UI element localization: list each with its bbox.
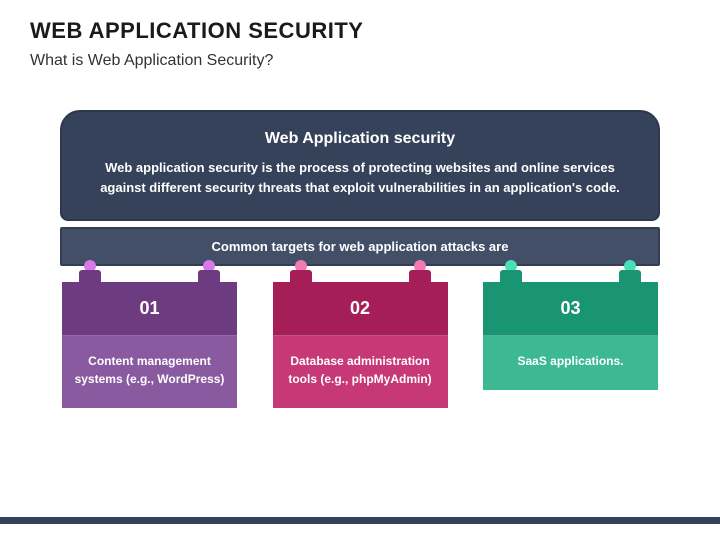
card-number: 01 [62,282,237,336]
card-database: 02 Database administration tools (e.g., … [273,282,448,408]
definition-box: Web Application security Web application… [60,110,660,221]
card-number: 03 [483,282,658,336]
connector-dot-icon [84,260,96,290]
card-number: 02 [273,282,448,336]
connector-dot-icon [203,260,215,290]
footer-divider [0,517,720,524]
card-connectors [273,260,448,282]
card-saas: 03 SaaS applications. [483,282,658,408]
card-connectors [62,260,237,282]
cards-row: 01 Content management systems (e.g., Wor… [60,266,660,408]
connector-dot-icon [414,260,426,290]
slide-title: WEB APPLICATION SECURITY [30,18,690,44]
card-text: Database administration tools (e.g., php… [273,336,448,408]
card-connectors [483,260,658,282]
slide-header: WEB APPLICATION SECURITY What is Web App… [0,0,720,80]
card-text: SaaS applications. [483,336,658,390]
connector-dot-icon [505,260,517,290]
definition-text: Web application security is the process … [96,158,624,197]
connector-dot-icon [295,260,307,290]
definition-title: Web Application security [96,130,624,148]
slide-subtitle: What is Web Application Security? [30,52,690,70]
slide-content: Web Application security Web application… [0,80,720,408]
card-text: Content management systems (e.g., WordPr… [62,336,237,408]
connector-dot-icon [624,260,636,290]
card-cms: 01 Content management systems (e.g., Wor… [62,282,237,408]
